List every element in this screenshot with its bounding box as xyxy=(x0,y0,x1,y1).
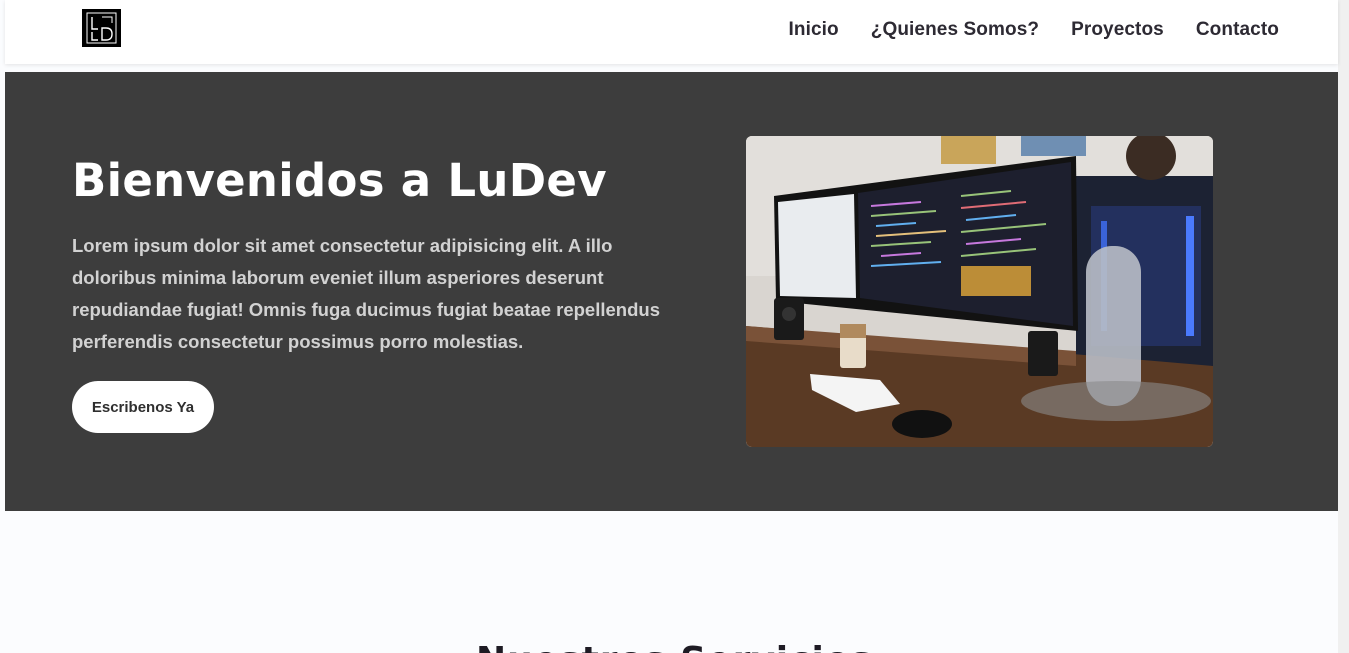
hero-title: Bienvenidos a LuDev xyxy=(72,154,607,207)
page-scrollbar[interactable] xyxy=(1338,0,1349,653)
nav-item-proyectos[interactable]: Proyectos xyxy=(1071,19,1164,41)
main-nav: Inicio ¿Quienes Somos? Proyectos Contact… xyxy=(789,19,1279,41)
hero-section: Bienvenidos a LuDev Lorem ipsum dolor si… xyxy=(5,72,1338,511)
nav-item-inicio[interactable]: Inicio xyxy=(789,19,839,41)
services-heading: Nuestros Servicios xyxy=(0,640,1349,653)
logo-icon[interactable] xyxy=(82,9,121,47)
site-header: Inicio ¿Quienes Somos? Proyectos Contact… xyxy=(5,0,1338,64)
nav-item-quienes-somos[interactable]: ¿Quienes Somos? xyxy=(871,19,1039,41)
page: Inicio ¿Quienes Somos? Proyectos Contact… xyxy=(0,0,1349,653)
write-us-button[interactable]: Escribenos Ya xyxy=(72,381,214,433)
workspace-photo xyxy=(746,136,1213,447)
nav-item-contacto[interactable]: Contacto xyxy=(1196,19,1279,41)
hero-description: Lorem ipsum dolor sit amet consectetur a… xyxy=(72,235,660,352)
